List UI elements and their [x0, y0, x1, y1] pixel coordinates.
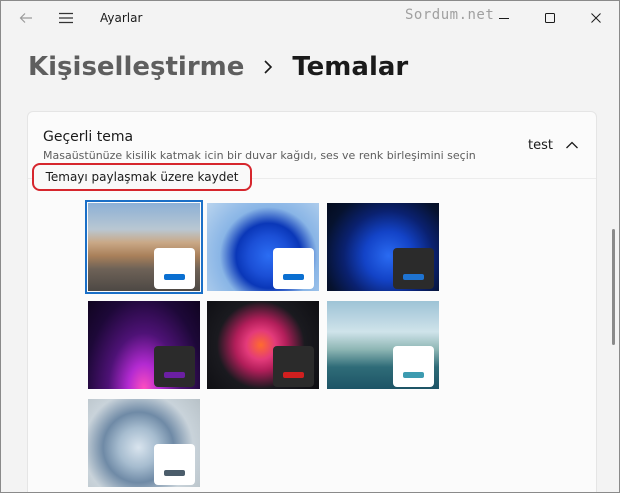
theme-mini-window	[273, 346, 314, 387]
accent-bar	[164, 372, 185, 378]
chevron-up-icon[interactable]	[564, 137, 580, 153]
theme-mini-window	[273, 248, 314, 289]
current-theme-description: Masaüstünüze kisilik katmak icin bir duv…	[43, 149, 476, 162]
accent-bar	[164, 274, 185, 280]
theme-thumbnail-glow[interactable]	[88, 301, 200, 389]
accent-bar	[283, 372, 304, 378]
breadcrumb: Kişiselleştirme Temalar	[28, 49, 408, 85]
title-bar: Ayarlar Sordum.net	[1, 1, 619, 35]
chevron-right-icon	[262, 59, 274, 75]
settings-window: Ayarlar Sordum.net Kişiselleştirme Temal…	[0, 0, 620, 493]
accent-bar	[403, 372, 424, 378]
minimize-icon	[499, 18, 509, 19]
breadcrumb-parent[interactable]: Kişiselleştirme	[28, 52, 244, 82]
accent-bar	[403, 274, 424, 280]
current-theme-value: test	[528, 138, 553, 153]
theme-mini-window	[154, 346, 195, 387]
close-icon	[591, 13, 601, 23]
accent-bar	[283, 274, 304, 280]
maximize-button[interactable]	[527, 1, 573, 35]
save-theme-tooltip: Temayı paylaşmak üzere kaydet	[32, 163, 252, 191]
theme-thumbnail-desert-road[interactable]	[85, 200, 203, 294]
theme-thumbnail-windows-dark-bloom[interactable]	[327, 203, 439, 291]
maximize-icon	[545, 13, 555, 23]
scrollbar-thumb[interactable]	[612, 229, 615, 345]
hamburger-menu-icon[interactable]	[57, 9, 75, 27]
accent-bar	[164, 470, 185, 476]
theme-thumbnail-windows-light-bloom[interactable]	[207, 203, 319, 291]
theme-mini-window	[393, 346, 434, 387]
theme-thumbnail-sunrise-lake[interactable]	[327, 301, 439, 389]
minimize-button[interactable]	[481, 1, 527, 35]
theme-thumbnail-captured-motion[interactable]	[207, 301, 319, 389]
theme-mini-window	[154, 248, 195, 289]
theme-mini-window	[154, 444, 195, 485]
app-title: Ayarlar	[100, 11, 143, 25]
page-title: Temalar	[292, 52, 409, 82]
theme-thumbnail-flow[interactable]	[88, 399, 200, 487]
close-button[interactable]	[573, 1, 619, 35]
back-arrow-icon[interactable]	[17, 9, 35, 27]
current-theme-title: Geçerli tema	[43, 129, 134, 145]
theme-mini-window	[393, 248, 434, 289]
